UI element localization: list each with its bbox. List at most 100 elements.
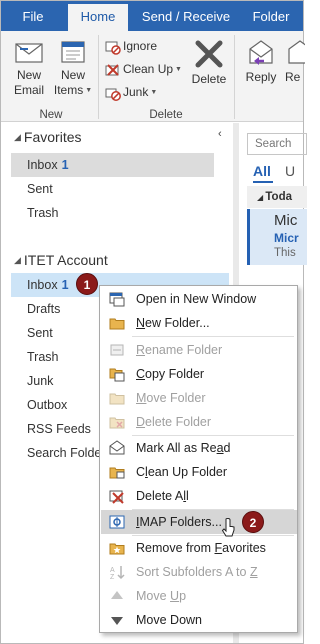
menu-label-accel: M bbox=[136, 391, 147, 405]
menu-label: Move Down bbox=[136, 613, 202, 627]
menu-delete-folder[interactable]: Delete Folder bbox=[101, 410, 297, 434]
menu-rename-folder[interactable]: Rename Folder bbox=[101, 338, 297, 362]
menu-mark-all-as-read[interactable]: Mark All as Read bbox=[101, 436, 297, 460]
account-header-label: ITET Account bbox=[23, 252, 108, 268]
arrow-up-icon bbox=[111, 591, 123, 599]
menu-label: Mark All as Re bbox=[136, 441, 217, 455]
new-items-label-2: Items bbox=[53, 83, 84, 97]
account-header[interactable]: ◢ ITET Account bbox=[14, 252, 108, 268]
new-email-button[interactable]: New Email bbox=[9, 35, 49, 98]
menu-label: Remove from bbox=[136, 541, 215, 555]
arrow-down-icon bbox=[111, 617, 123, 625]
imap-folders-icon bbox=[109, 515, 125, 529]
copy-folder-icon bbox=[109, 368, 125, 382]
delete-button[interactable]: Delete bbox=[189, 35, 229, 87]
svg-text:A: A bbox=[110, 567, 115, 574]
tab-all[interactable]: All bbox=[253, 163, 271, 179]
unread-count: 1 bbox=[61, 278, 69, 292]
clean-up-button[interactable]: Clean Up ▼ bbox=[105, 58, 182, 80]
group-label-new: New bbox=[39, 109, 63, 121]
reply-all-label: Re bbox=[285, 70, 301, 84]
favorite-star-folder-icon bbox=[109, 543, 125, 555]
collapse-pane-icon[interactable]: ‹ bbox=[218, 128, 222, 140]
menu-label-accel: R bbox=[136, 343, 146, 357]
tab-send-receive[interactable]: Send / Receive bbox=[133, 1, 239, 31]
menu-label: ew Folder... bbox=[145, 316, 210, 330]
menu-label-accel: D bbox=[136, 415, 146, 429]
tab-unread[interactable]: U bbox=[285, 163, 295, 179]
folder-label: Outbox bbox=[27, 398, 68, 412]
svg-text:Z: Z bbox=[110, 574, 115, 580]
menu-remove-from-favorites[interactable]: Remove from Favorites bbox=[101, 536, 297, 560]
new-items-button[interactable]: New Items ▼ bbox=[52, 35, 94, 98]
reply-all-icon bbox=[288, 40, 305, 64]
delete-all-icon bbox=[109, 490, 124, 504]
new-window-icon bbox=[109, 292, 125, 307]
junk-button[interactable]: Junk ▼ bbox=[105, 81, 157, 103]
folder-label: RSS Feeds bbox=[27, 422, 91, 436]
menu-move-up[interactable]: Move Up bbox=[101, 584, 297, 608]
menu-label: opy Folder bbox=[145, 367, 205, 381]
reply-icon bbox=[249, 40, 273, 65]
reply-all-button[interactable]: Re bbox=[285, 35, 305, 85]
folder-label: Inbox bbox=[27, 158, 58, 172]
favorite-trash[interactable]: Trash bbox=[11, 201, 214, 225]
menu-delete-all[interactable]: Delete All bbox=[101, 484, 297, 508]
favorites-header[interactable]: ◢ Favorites bbox=[14, 129, 82, 145]
menu-label: elete Folder bbox=[145, 415, 212, 429]
folder-label: Trash bbox=[27, 206, 59, 220]
step-badge-2: 2 bbox=[242, 511, 264, 533]
favorites-header-label: Favorites bbox=[23, 129, 82, 145]
message-item[interactable]: Mic Micr This bbox=[247, 209, 307, 265]
search-input[interactable]: Search bbox=[247, 133, 307, 155]
menu-sort-subfolders[interactable]: AZ Sort Subfolders A to Z bbox=[101, 560, 297, 584]
menu-new-folder[interactable]: New Folder... bbox=[101, 311, 297, 335]
message-subject: Micr bbox=[274, 231, 299, 245]
group-header-today[interactable]: ◢ Toda bbox=[247, 186, 307, 208]
menu-label-accel: a bbox=[216, 441, 224, 455]
menu-imap-folders[interactable]: IMAP Folders... bbox=[101, 510, 297, 534]
ignore-label: Ignore bbox=[123, 39, 158, 53]
ignore-button[interactable]: Ignore bbox=[105, 35, 157, 57]
ribbon: New Email New Items ▼ New Ignore Clean Up… bbox=[1, 31, 305, 122]
delete-label: Delete bbox=[191, 72, 227, 86]
menu-label-accel: U bbox=[170, 589, 180, 603]
mouse-pointer-icon bbox=[221, 518, 235, 537]
menu-move-folder[interactable]: Move Folder bbox=[101, 386, 297, 410]
menu-copy-folder[interactable]: Copy Folder bbox=[101, 362, 297, 386]
menu-label: Open in New Window bbox=[136, 292, 257, 306]
menu-label: Delete A bbox=[136, 489, 184, 503]
message-preview: This bbox=[274, 247, 296, 259]
envelope-open-icon bbox=[109, 440, 125, 455]
unread-count: 1 bbox=[61, 158, 69, 172]
tab-file[interactable]: File bbox=[1, 1, 65, 31]
reply-label: Reply bbox=[245, 70, 277, 84]
menu-label-accel: C bbox=[136, 367, 146, 381]
tab-folder[interactable]: Folder bbox=[245, 1, 297, 31]
menu-label-accel: F bbox=[214, 541, 223, 555]
menu-label: ename Folder bbox=[145, 343, 223, 357]
favorite-inbox[interactable]: Inbox 1 bbox=[11, 153, 214, 177]
dropdown-caret-icon: ▼ bbox=[175, 65, 182, 73]
junk-icon bbox=[105, 88, 121, 101]
menu-clean-up-folder[interactable]: Clean Up Folder bbox=[101, 460, 297, 484]
new-items-label-1: New bbox=[60, 68, 85, 82]
menu-label: Move bbox=[136, 589, 171, 603]
menu-label: l bbox=[186, 489, 189, 503]
menu-label: d bbox=[223, 441, 231, 455]
folder-icon bbox=[109, 318, 125, 330]
tab-home[interactable]: Home bbox=[68, 4, 128, 31]
folder-context-menu: Open in New Window New Folder... Rename … bbox=[99, 285, 298, 633]
junk-label: Junk bbox=[123, 85, 149, 99]
menu-label-accel: N bbox=[136, 316, 146, 330]
clean-up-label: Clean Up bbox=[123, 62, 174, 76]
folder-label: Sent bbox=[27, 326, 53, 340]
menu-move-down[interactable]: Move Down bbox=[101, 608, 297, 632]
menu-label: MAP Folders... bbox=[139, 515, 222, 529]
reply-button[interactable]: Reply bbox=[241, 35, 281, 85]
favorite-sent[interactable]: Sent bbox=[11, 177, 214, 201]
menu-open-in-new-window[interactable]: Open in New Window bbox=[101, 287, 297, 311]
ribbon-separator bbox=[234, 35, 235, 119]
menu-label: Sort Subfolders A to bbox=[136, 565, 250, 579]
move-folder-icon bbox=[109, 393, 125, 405]
